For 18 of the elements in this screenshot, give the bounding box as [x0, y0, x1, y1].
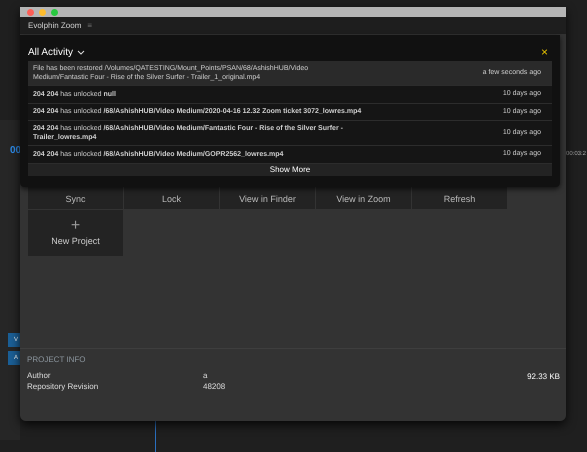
minimize-window-button[interactable] — [39, 8, 46, 16]
close-button[interactable]: × — [540, 46, 548, 58]
field-value: a — [203, 370, 208, 381]
field-label: Repository Revision — [27, 381, 100, 392]
show-more-button[interactable]: Show More — [28, 164, 552, 176]
panel-title: Evolphin Zoom — [28, 20, 82, 32]
close-window-button[interactable] — [27, 8, 34, 16]
project-info-heading: PROJECT INFO — [27, 354, 87, 366]
zoom-window-button[interactable] — [51, 8, 58, 16]
plus-icon: + — [70, 218, 80, 234]
file-size: 92.33 KB — [527, 371, 560, 383]
caret-icon — [77, 50, 86, 54]
activity-filter-dropdown[interactable]: All Activity — [28, 44, 86, 60]
new-project-tile[interactable]: + New Project — [28, 210, 123, 256]
field-label: Author — [27, 370, 52, 381]
field-value: 48208 — [203, 381, 226, 392]
panel-menu-icon[interactable]: ≡ — [87, 20, 92, 32]
new-project-label: New Project — [51, 234, 100, 248]
